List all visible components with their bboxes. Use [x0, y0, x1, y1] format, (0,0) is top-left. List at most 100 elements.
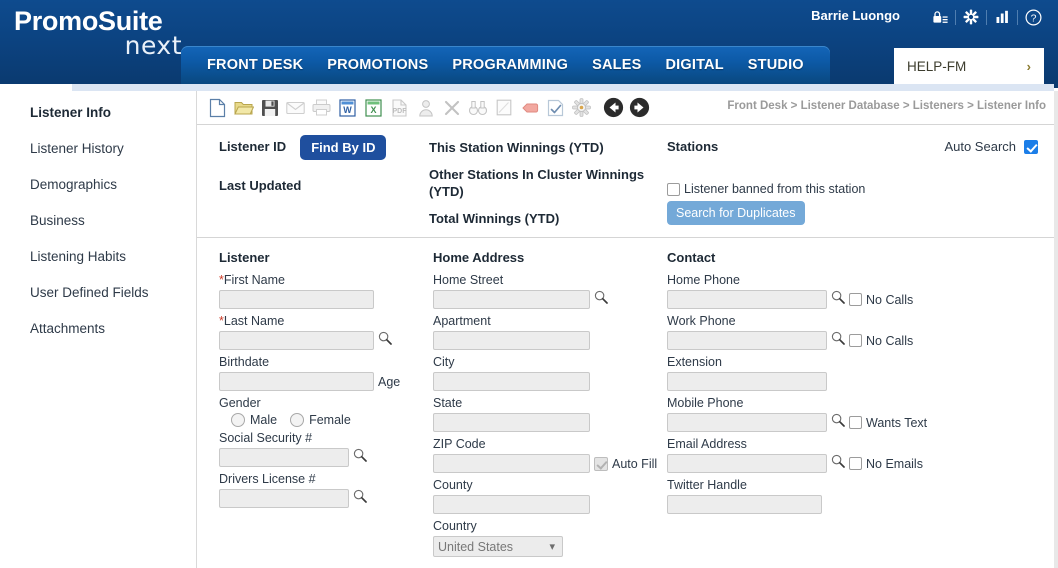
settings-gear-icon[interactable]: [569, 95, 594, 120]
last-name-search-icon[interactable]: [378, 331, 392, 350]
export-pdf-icon[interactable]: PDF: [387, 95, 412, 120]
forward-arrow-icon[interactable]: [627, 95, 652, 120]
home-phone-no-calls-label: No Calls: [866, 292, 914, 307]
gender-label: Gender: [219, 396, 261, 410]
checklist-icon[interactable]: [543, 95, 568, 120]
header-underband-left: [0, 84, 72, 91]
twitter-handle-label: Twitter Handle: [667, 478, 747, 492]
open-folder-icon[interactable]: [231, 95, 256, 120]
header-divider-1: [955, 9, 956, 25]
social-security-search-icon[interactable]: [353, 448, 367, 467]
help-icon[interactable]: ?: [1022, 6, 1044, 28]
gender-female-label: Female: [309, 413, 351, 427]
winnings-block: This Station Winnings (YTD) Other Statio…: [429, 139, 654, 227]
listener-banned-checkbox[interactable]: [667, 182, 680, 196]
header-icon-group: ?: [929, 6, 1044, 28]
gender-male-radio[interactable]: [231, 413, 245, 427]
auto-search-checkbox[interactable]: [1024, 139, 1038, 154]
mobile-phone-input[interactable]: [667, 413, 827, 432]
twitter-handle-input[interactable]: [667, 495, 822, 514]
delete-x-icon[interactable]: [439, 95, 464, 120]
sidebar-item-attachments[interactable]: Attachments: [0, 321, 196, 337]
mobile-phone-label: Mobile Phone: [667, 396, 744, 410]
print-icon[interactable]: [309, 95, 334, 120]
new-document-icon[interactable]: [205, 95, 230, 120]
home-street-input[interactable]: [433, 290, 590, 309]
nav-item-sales[interactable]: SALES: [580, 46, 653, 84]
city-input[interactable]: [433, 372, 590, 391]
station-selector-label: HELP-FM: [907, 58, 967, 74]
sidebar-item-demographics[interactable]: Demographics: [0, 177, 196, 193]
home-phone-input[interactable]: [667, 290, 827, 309]
nav-item-programming[interactable]: PROGRAMMING: [440, 46, 580, 84]
work-phone-search-icon[interactable]: [831, 331, 845, 350]
sidebar-item-listening-habits[interactable]: Listening Habits: [0, 249, 196, 265]
zip-code-input[interactable]: [433, 454, 590, 473]
no-emails-checkbox[interactable]: [849, 457, 862, 470]
work-phone-input[interactable]: [667, 331, 827, 350]
drivers-license-search-icon[interactable]: [353, 489, 367, 508]
last-name-input[interactable]: [219, 331, 374, 350]
state-input[interactable]: [433, 413, 590, 432]
badge-lock-icon[interactable]: [929, 6, 951, 28]
first-name-input[interactable]: [219, 290, 374, 309]
contact-section: Contact Home Phone No Calls Work Phone N…: [667, 250, 957, 519]
city-label: City: [433, 355, 455, 369]
nav-item-digital[interactable]: DIGITAL: [653, 46, 735, 84]
work-phone-no-calls-checkbox[interactable]: [849, 334, 862, 347]
email-address-search-icon[interactable]: [831, 454, 845, 473]
last-name-label: *Last Name: [219, 314, 424, 329]
binoculars-icon[interactable]: [465, 95, 490, 120]
search-for-duplicates-button[interactable]: Search for Duplicates: [667, 201, 805, 225]
gender-female-radio[interactable]: [290, 413, 305, 427]
no-emails-label: No Emails: [866, 456, 923, 471]
email-icon[interactable]: [283, 95, 308, 120]
apartment-input[interactable]: [433, 331, 590, 350]
export-word-icon[interactable]: W: [335, 95, 360, 120]
home-street-search-icon[interactable]: [594, 290, 608, 309]
sidebar-item-business[interactable]: Business: [0, 213, 196, 229]
country-select[interactable]: United States: [433, 536, 563, 557]
state-label: State: [433, 396, 463, 410]
save-disk-icon[interactable]: [257, 95, 282, 120]
nav-item-front-desk[interactable]: FRONT DESK: [195, 46, 315, 84]
home-phone-search-icon[interactable]: [831, 290, 845, 309]
bar-chart-icon[interactable]: [991, 6, 1013, 28]
station-selector[interactable]: HELP-FM ›: [894, 48, 1044, 84]
gender-radio-group: Male Female: [231, 413, 424, 427]
mobile-phone-search-icon[interactable]: [831, 413, 845, 432]
listener-section: Listener *First Name *Last Name Birthdat…: [219, 250, 424, 513]
extension-input[interactable]: [667, 372, 827, 391]
wants-text-checkbox[interactable]: [849, 416, 862, 429]
gear-icon[interactable]: [960, 6, 982, 28]
work-phone-no-calls-label: No Calls: [866, 333, 914, 348]
export-excel-icon[interactable]: X: [361, 95, 386, 120]
auto-search-label: Auto Search: [944, 139, 1016, 154]
listener-id-block: Listener ID Find By ID Last Updated: [219, 135, 419, 193]
auto-fill-checkbox[interactable]: [594, 456, 608, 471]
first-name-label: *First Name: [219, 273, 424, 288]
drivers-license-input[interactable]: [219, 489, 349, 508]
contact-person-icon[interactable]: [413, 95, 438, 120]
notepad-icon[interactable]: [491, 95, 516, 120]
stations-block: Stations Auto Search Listener banned fro…: [667, 139, 1044, 225]
email-address-input[interactable]: [667, 454, 827, 473]
sidebar-item-user-defined-fields[interactable]: User Defined Fields: [0, 285, 196, 301]
country-select-wrapper: United States ▾: [433, 536, 563, 557]
sidebar-item-listener-history[interactable]: Listener History: [0, 141, 196, 157]
back-arrow-icon[interactable]: [601, 95, 626, 120]
birthdate-input[interactable]: [219, 372, 374, 391]
social-security-input[interactable]: [219, 448, 349, 467]
find-by-id-button[interactable]: Find By ID: [300, 135, 387, 160]
county-input[interactable]: [433, 495, 590, 514]
sidebar-item-listener-info[interactable]: Listener Info: [0, 105, 196, 121]
listener-banned-label: Listener banned from this station: [684, 182, 866, 196]
listener-summary-panel: Listener ID Find By ID Last Updated This…: [197, 125, 1054, 238]
nav-item-promotions[interactable]: PROMOTIONS: [315, 46, 440, 84]
zip-code-label: ZIP Code: [433, 437, 486, 451]
eraser-icon[interactable]: [517, 95, 542, 120]
home-phone-no-calls-checkbox[interactable]: [849, 293, 862, 306]
nav-item-studio[interactable]: STUDIO: [736, 46, 816, 84]
drivers-license-label: Drivers License #: [219, 472, 316, 486]
main-navigation: FRONT DESK PROMOTIONS PROGRAMMING SALES …: [181, 46, 830, 84]
